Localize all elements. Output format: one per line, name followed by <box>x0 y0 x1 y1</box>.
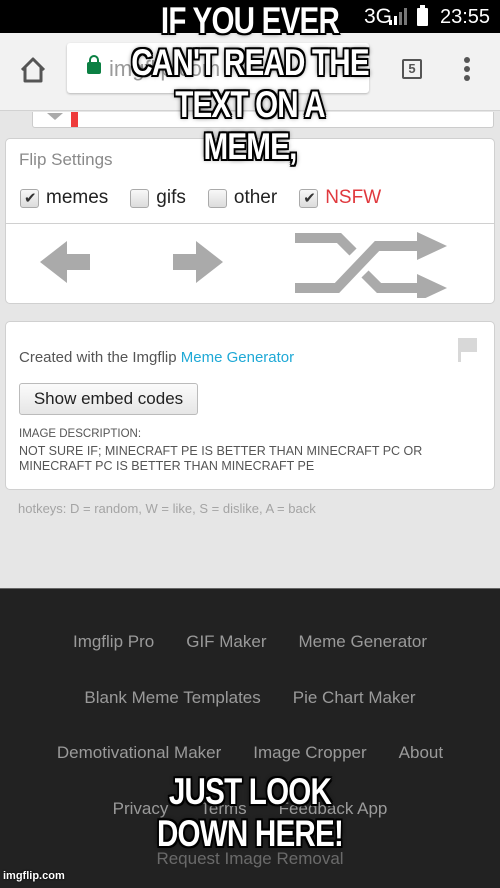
previous-button[interactable] <box>40 239 92 285</box>
home-icon <box>20 57 46 83</box>
flip-checkbox-group: memes gifs other NSFW <box>20 187 403 209</box>
checkbox[interactable] <box>299 188 319 208</box>
footer-link-demotivational-maker[interactable]: Demotivational Maker <box>57 743 221 763</box>
footer-row: Demotivational Maker Image Cropper About <box>0 743 500 763</box>
flag-icon <box>458 338 477 362</box>
checkbox-gifs[interactable]: gifs <box>130 187 186 209</box>
report-button[interactable] <box>458 338 477 362</box>
meme-info-card: Created with the Imgflip Meme Generator … <box>5 321 495 490</box>
checkbox[interactable] <box>20 188 39 208</box>
checkbox[interactable] <box>207 188 227 208</box>
checkbox-label: memes <box>46 187 109 208</box>
hotkeys-hint: hotkeys: D = random, W = like, S = disli… <box>18 501 316 516</box>
image-description-text: NOT SURE IF; MINECRAFT PE IS BETTER THAN… <box>19 444 423 473</box>
image-description-label: IMAGE DESCRIPTION: <box>19 428 142 440</box>
divider <box>6 223 494 224</box>
created-prefix: Created with the Imgflip <box>19 349 181 366</box>
meme-bottom-caption: JUST LOOK DOWN HERE! <box>156 771 344 854</box>
created-with-text: Created with the Imgflip Meme Generator <box>19 349 294 366</box>
checkbox-nsfw[interactable]: NSFW <box>299 187 381 209</box>
checkbox[interactable] <box>130 188 150 208</box>
footer-row: Imgflip Pro GIF Maker Meme Generator <box>0 632 500 652</box>
meme-generator-link[interactable]: Meme Generator <box>181 349 294 366</box>
checkbox-memes[interactable]: memes <box>20 187 108 209</box>
random-button[interactable] <box>295 226 455 302</box>
footer-link-imgflip-pro[interactable]: Imgflip Pro <box>73 632 154 652</box>
footer-link-about[interactable]: About <box>399 743 443 763</box>
checkbox-other[interactable]: other <box>207 187 278 209</box>
footer-link-image-cropper[interactable]: Image Cropper <box>253 743 366 763</box>
checkbox-label: NSFW <box>325 187 382 208</box>
checkbox-label: gifs <box>156 187 186 208</box>
footer-link-blank-meme-templates[interactable]: Blank Meme Templates <box>84 688 260 708</box>
footer-link-gif-maker[interactable]: GIF Maker <box>186 632 266 652</box>
footer-link-pie-chart-maker[interactable]: Pie Chart Maker <box>293 688 416 708</box>
next-button[interactable] <box>171 239 223 285</box>
shuffle-icon <box>295 232 447 302</box>
home-button[interactable] <box>18 55 48 85</box>
right-arrow-icon <box>173 241 223 283</box>
show-embed-codes-button[interactable]: Show embed codes <box>19 383 198 415</box>
meme-top-caption: IF YOU EVER CAN'T READ THE TEXT ON A MEM… <box>131 0 369 167</box>
left-arrow-icon <box>40 241 90 283</box>
imgflip-watermark: imgflip.com <box>3 870 65 882</box>
checkbox-label: other <box>233 187 278 208</box>
kebab-menu-icon[interactable] <box>460 57 474 87</box>
footer-row: Blank Meme Templates Pie Chart Maker <box>0 688 500 708</box>
footer-link-meme-generator[interactable]: Meme Generator <box>299 632 428 652</box>
